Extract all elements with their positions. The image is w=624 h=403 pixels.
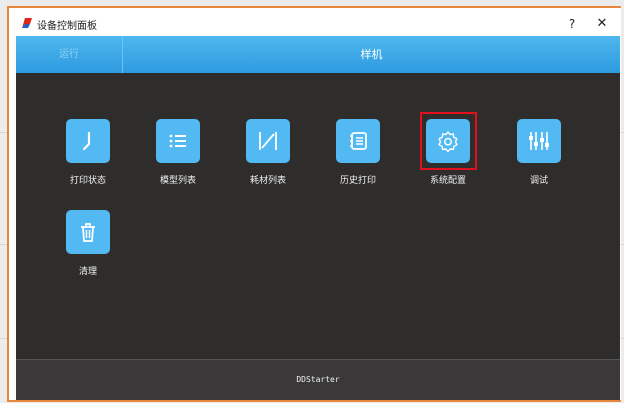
list-icon xyxy=(156,119,200,163)
tile-label: 调试 xyxy=(529,176,548,186)
tile-filament-list[interactable]: 耗材列表 xyxy=(233,119,303,186)
tile-print-status[interactable]: 打印状态 xyxy=(53,119,123,186)
window-title: 设备控制面板 xyxy=(37,21,97,32)
app-logo-icon xyxy=(22,18,32,28)
tile-debug[interactable]: 调试 xyxy=(504,119,574,186)
filament-icon xyxy=(246,119,290,163)
help-button[interactable]: ? xyxy=(564,15,580,33)
tile-label: 历史打印 xyxy=(339,176,376,186)
tile-label: 系统配置 xyxy=(429,176,466,186)
trash-icon xyxy=(66,210,110,254)
tile-label: 模型列表 xyxy=(159,176,196,186)
tile-model-list[interactable]: 模型列表 xyxy=(143,119,213,186)
sliders-icon xyxy=(517,119,561,163)
tile-system-config[interactable]: 系统配置 xyxy=(413,119,483,186)
gear-icon xyxy=(426,119,470,163)
close-button[interactable]: ✕ xyxy=(594,15,610,33)
main-panel: 打印状态 模型列表 耗材列表 历史打印 系统配置 调试 清理 xyxy=(16,73,620,359)
tab-bar: 运行 样机 xyxy=(16,36,620,73)
tile-clean[interactable]: 清理 xyxy=(53,210,123,277)
tab-run[interactable]: 运行 xyxy=(16,36,123,73)
title-bar: 设备控制面板 ? ✕ xyxy=(9,12,621,36)
tile-history-print[interactable]: 历史打印 xyxy=(323,119,393,186)
print-status-icon xyxy=(66,119,110,163)
footer-bar: DDStarter xyxy=(16,359,620,400)
tile-label: 耗材列表 xyxy=(249,176,286,186)
tile-label: 打印状态 xyxy=(69,176,106,186)
device-name-tab[interactable]: 样机 xyxy=(123,36,620,73)
history-icon xyxy=(336,119,380,163)
tile-label: 清理 xyxy=(78,267,97,277)
